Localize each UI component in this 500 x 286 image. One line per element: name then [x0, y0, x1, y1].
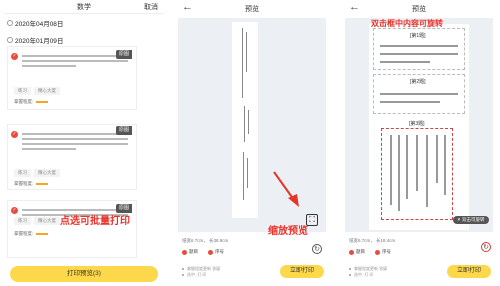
tag-chip: 练习 — [14, 87, 31, 95]
page-title: 预览 — [412, 6, 426, 13]
question-number: [第1题] — [410, 33, 426, 39]
date-group-header[interactable]: 2020年04月08日 — [7, 18, 63, 28]
annotation-caption: 点选可批量打印 — [60, 216, 130, 227]
print-preview-button[interactable]: 打印预览(3) — [10, 266, 158, 282]
date-group-header[interactable]: 2020年01月09日 — [7, 35, 63, 45]
tag-chip: 练习 — [14, 217, 31, 225]
page-title: 预览 — [245, 6, 259, 13]
print-now-button[interactable]: 立即打印 — [280, 265, 324, 278]
mastery-level: 掌握程度: — [14, 181, 49, 187]
option-radio[interactable] — [375, 249, 380, 255]
option-label: 序号 — [215, 249, 224, 254]
question-block[interactable]: [第1题] — [373, 28, 465, 70]
date-label: 2020年04月08日 — [15, 21, 64, 28]
tag-chip: 精心大度 — [34, 87, 60, 95]
question-number: [第3题] — [409, 121, 425, 127]
cancel-button[interactable]: 取消 — [144, 2, 158, 12]
top-bar: 数学 取消 — [4, 0, 164, 14]
preview-canvas[interactable]: [第1题] [第2题] [第3题] ✕ 双击可旋转 — [345, 18, 493, 232]
rotate-icon[interactable]: ↻ — [481, 242, 491, 252]
rotate-tip: ✕ 双击可旋转 — [453, 216, 489, 224]
check-icon[interactable]: ✓ — [11, 207, 18, 214]
paper-size-info: 纸宽6.7cm， 长18.4cm — [349, 238, 396, 243]
date-label: 2020年01月09日 — [15, 38, 64, 45]
preview-canvas[interactable]: ⛶ — [178, 18, 326, 232]
check-icon[interactable]: ✓ — [11, 53, 18, 60]
print-options: 题目 序号 — [349, 249, 401, 255]
option-radio[interactable] — [208, 249, 213, 255]
select-radio[interactable] — [7, 20, 13, 26]
option-radio[interactable] — [349, 249, 354, 255]
rotate-icon[interactable]: ↻ — [312, 244, 322, 254]
print-bar: 掌握程度更新 答疑 选中, 打 印 立即打印 — [339, 256, 499, 286]
print-notes: 掌握程度更新 答疑 选中, 打 印 — [182, 266, 220, 278]
mastery-level: 掌握程度: — [14, 99, 49, 105]
option-radio[interactable] — [182, 249, 187, 255]
tag-chip: 练习 — [14, 169, 31, 177]
original-image-button[interactable]: 原图 — [116, 50, 132, 59]
print-options: 题目 序号 — [182, 249, 234, 255]
tag-chip: 精心大度 — [34, 169, 60, 177]
annotation-caption: 双击框中内容可旋转 — [371, 19, 443, 28]
print-paper — [232, 22, 258, 218]
page-title: 数学 — [77, 4, 91, 11]
option-label: 题目 — [189, 249, 198, 254]
mastery-level: 掌握程度: — [14, 231, 49, 237]
print-bar: 掌握程度更新 答疑 选中, 打 印 立即打印 — [172, 256, 332, 286]
print-preview-screen-rotate: ← 预览 [第1题] [第2题] [第3题] ✕ 双击可旋转 双击框中内容可旋转… — [339, 0, 499, 286]
rotated-question-block[interactable] — [381, 128, 453, 220]
original-image-button[interactable]: 原图 — [116, 126, 132, 135]
annotation-caption: 缩放预览 — [268, 226, 308, 237]
print-preview-screen-zoom: ← 预览 ⛶ 缩放预览 纸宽6.7cm， 长38.9cm ↻ 题目 序号 掌握程… — [172, 0, 332, 286]
wrong-questions-list-screen: 数学 取消 2020年04月08日 2020年01月09日 ✓ 练习 精心大度 … — [4, 0, 164, 286]
option-label: 题目 — [356, 249, 365, 254]
tag-chip: 精心大度 — [34, 217, 60, 225]
top-bar: ← 预览 — [172, 0, 332, 16]
select-radio[interactable] — [7, 37, 13, 43]
top-bar: ← 预览 — [339, 0, 499, 16]
question-block[interactable]: [第2题] — [373, 74, 465, 114]
paper-size-info: 纸宽6.7cm， 长38.9cm — [182, 238, 229, 243]
question-number: [第2题] — [410, 79, 426, 85]
annotation-arrow — [273, 171, 299, 207]
bottom-bar: 打印预览(3) — [4, 258, 164, 286]
option-label: 序号 — [382, 249, 391, 254]
print-now-button[interactable]: 立即打印 — [447, 265, 491, 278]
print-notes: 掌握程度更新 答疑 选中, 打 印 — [349, 266, 387, 278]
check-icon[interactable]: ✓ — [11, 131, 18, 138]
